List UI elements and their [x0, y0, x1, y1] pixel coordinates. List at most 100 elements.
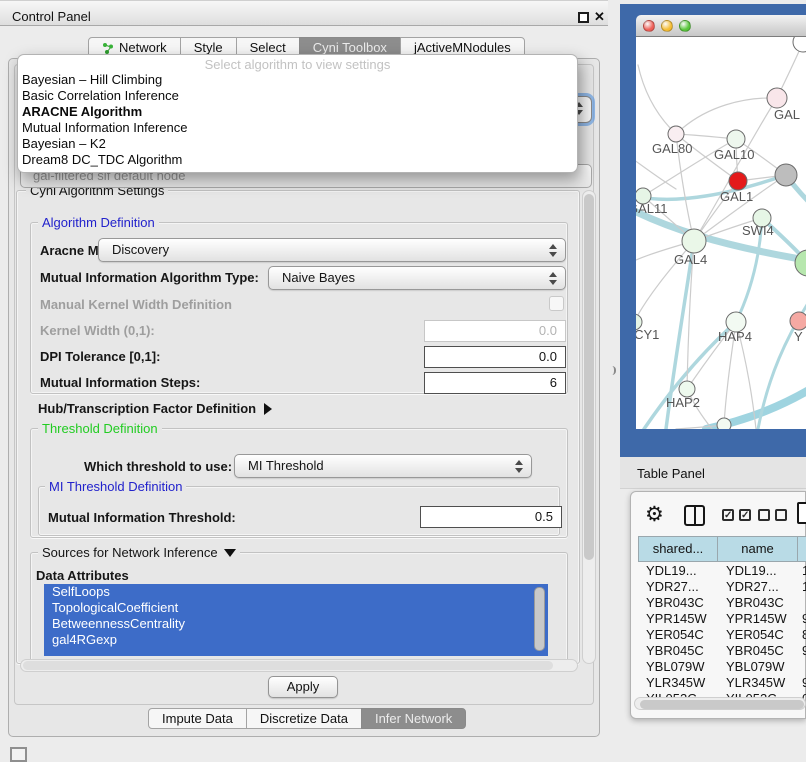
- table-row[interactable]: YPR145WYPR145W9.: [638, 611, 806, 627]
- sources-title: Sources for Network Inference: [42, 545, 218, 560]
- expanded-arrow-icon: [224, 549, 236, 557]
- network-edge: [636, 175, 786, 199]
- algorithm-option[interactable]: Basic Correlation Inference: [18, 88, 577, 104]
- table-cell: YDL19...: [718, 563, 798, 579]
- network-node-node-bottom[interactable]: [717, 418, 731, 429]
- manual-kernel-checkbox[interactable]: [549, 296, 564, 311]
- dpi-tolerance-field[interactable]: 0.0: [424, 346, 566, 368]
- tab-discretize-data[interactable]: Discretize Data: [246, 708, 362, 729]
- algorithm-definition-title: Algorithm Definition: [38, 215, 159, 230]
- tab-impute-data[interactable]: Impute Data: [148, 708, 247, 729]
- attributes-scrollbar-thumb[interactable]: [534, 587, 545, 651]
- column-header-3[interactable]: A: [798, 536, 806, 562]
- table-cell: YBR043C: [638, 595, 718, 611]
- algorithm-option[interactable]: ARACNE Algorithm: [18, 104, 577, 120]
- float-window-icon[interactable]: [578, 12, 589, 23]
- hub-definition-toggle[interactable]: Hub/Transcription Factor Definition: [38, 401, 272, 416]
- settings-hscrollbar-thumb[interactable]: [23, 661, 553, 670]
- settings-vscrollbar-thumb[interactable]: [584, 194, 594, 560]
- table-row[interactable]: YBL079WYBL079W: [638, 659, 806, 675]
- table-cell: 8.: [798, 627, 806, 643]
- algorithm-option[interactable]: Bayesian – K2: [18, 136, 577, 152]
- table-cell: YBL079W: [718, 659, 798, 675]
- network-node-gal80[interactable]: [668, 126, 684, 142]
- attribute-item[interactable]: TopologicalCoefficient: [44, 600, 548, 616]
- close-icon[interactable]: ✕: [594, 9, 605, 25]
- network-node-gal-partial[interactable]: [767, 88, 787, 108]
- mac-zoom-icon[interactable]: [679, 20, 691, 32]
- sources-title-wrap[interactable]: Sources for Network Inference: [38, 545, 240, 560]
- mi-algorithm-type-combo[interactable]: Naive Bayes: [268, 266, 566, 290]
- gear-icon[interactable]: ⚙: [645, 502, 664, 527]
- splitter-handle[interactable]: [611, 366, 616, 375]
- control-panel-titlebar[interactable]: [0, 0, 608, 26]
- table-row[interactable]: YDR27...YDR27...12: [638, 579, 806, 595]
- table-cell: [798, 595, 806, 611]
- mi-steps-field[interactable]: 6: [424, 372, 566, 394]
- select-all-checkbox-icon[interactable]: ✓: [722, 509, 734, 521]
- attribute-item[interactable]: BetweennessCentrality: [44, 616, 548, 632]
- network-node-node-top[interactable]: [793, 37, 806, 52]
- table-cell: YPR145W: [718, 611, 798, 627]
- mi-threshold-label: Mutual Information Threshold:: [48, 510, 236, 525]
- network-node-gal4[interactable]: [682, 229, 706, 253]
- table-row[interactable]: YBR043CYBR043C: [638, 595, 806, 611]
- table-cell: 12: [798, 579, 806, 595]
- attribute-item[interactable]: SelfLoops: [44, 584, 548, 600]
- column-header-2[interactable]: name: [718, 536, 798, 562]
- table-header: shared...nameA: [638, 536, 806, 562]
- network-node-label: GAL4: [674, 252, 707, 267]
- network-node-label: SWI4: [742, 223, 774, 238]
- network-node-label: GAL: [774, 107, 800, 122]
- table-cell: YLR345W: [638, 675, 718, 691]
- mi-steps-label: Mutual Information Steps:: [40, 375, 200, 390]
- which-threshold-value: MI Threshold: [248, 458, 324, 473]
- algorithm-option[interactable]: Bayesian – Hill Climbing: [18, 72, 577, 88]
- table-hscrollbar[interactable]: [634, 697, 806, 710]
- mac-close-icon[interactable]: [643, 20, 655, 32]
- network-node-gal1[interactable]: [729, 172, 747, 190]
- algorithm-popup: Select algorithm to view settings Bayesi…: [17, 54, 578, 173]
- table-hscrollbar-thumb[interactable]: [640, 700, 804, 709]
- network-node-gray-node[interactable]: [775, 164, 797, 186]
- network-node-y-partial[interactable]: [790, 312, 806, 330]
- tab-infer-network[interactable]: Infer Network: [361, 708, 466, 729]
- attribute-item[interactable]: gal4RGexp: [44, 632, 548, 648]
- deselect-checkbox-icon[interactable]: [758, 509, 770, 521]
- mi-threshold-field[interactable]: 0.5: [420, 506, 562, 528]
- split-columns-icon[interactable]: [684, 505, 705, 526]
- column-header-1[interactable]: shared...: [638, 536, 718, 562]
- settings-vscrollbar[interactable]: [582, 190, 596, 664]
- network-canvas[interactable]: GALGAL80GAL10GAL1GAL11SWI4GAL4GCY1HAP4YH…: [636, 37, 806, 429]
- table-cell: YLR345W: [718, 675, 798, 691]
- table-row[interactable]: YLR345WYLR345W9.: [638, 675, 806, 691]
- table-cell: YBL079W: [638, 659, 718, 675]
- algorithm-option[interactable]: Dream8 DC_TDC Algorithm: [18, 152, 577, 168]
- table-row[interactable]: YDL19...YDL19...13: [638, 563, 806, 579]
- algorithm-option[interactable]: Mutual Information Inference: [18, 120, 577, 136]
- network-node-gal10[interactable]: [727, 130, 745, 148]
- aracne-mode-combo[interactable]: Discovery: [98, 238, 566, 262]
- table-cell: YDR27...: [718, 579, 798, 595]
- deselect-checkbox-icon[interactable]: [775, 509, 787, 521]
- settings-hscrollbar[interactable]: [20, 659, 578, 672]
- mac-minimize-icon[interactable]: [661, 20, 673, 32]
- document-icon[interactable]: [797, 502, 806, 524]
- which-threshold-combo[interactable]: MI Threshold: [234, 454, 532, 478]
- aracne-mode-value: Discovery: [112, 242, 169, 257]
- table-cell: 9.: [798, 643, 806, 659]
- table-row[interactable]: YER054CYER054C8.: [638, 627, 806, 643]
- collapsed-arrow-icon: [264, 403, 272, 415]
- combo-stepper-icon: [514, 459, 524, 474]
- network-node-big-green[interactable]: [795, 250, 806, 276]
- data-attributes-list[interactable]: SelfLoopsTopologicalCoefficientBetweenne…: [44, 584, 548, 656]
- select-all-checkbox-icon[interactable]: ✓: [739, 509, 751, 521]
- apply-button[interactable]: Apply: [268, 676, 338, 698]
- manual-kernel-label: Manual Kernel Width Definition: [40, 297, 232, 312]
- kernel-width-label: Kernel Width (0,1):: [40, 323, 155, 338]
- minimized-panel-icon[interactable]: [10, 747, 27, 762]
- table-row[interactable]: YBR045CYBR045C9.: [638, 643, 806, 659]
- kernel-width-field[interactable]: 0.0: [424, 320, 566, 342]
- tab-label: Infer Network: [375, 709, 452, 728]
- combo-stepper-icon: [548, 243, 558, 258]
